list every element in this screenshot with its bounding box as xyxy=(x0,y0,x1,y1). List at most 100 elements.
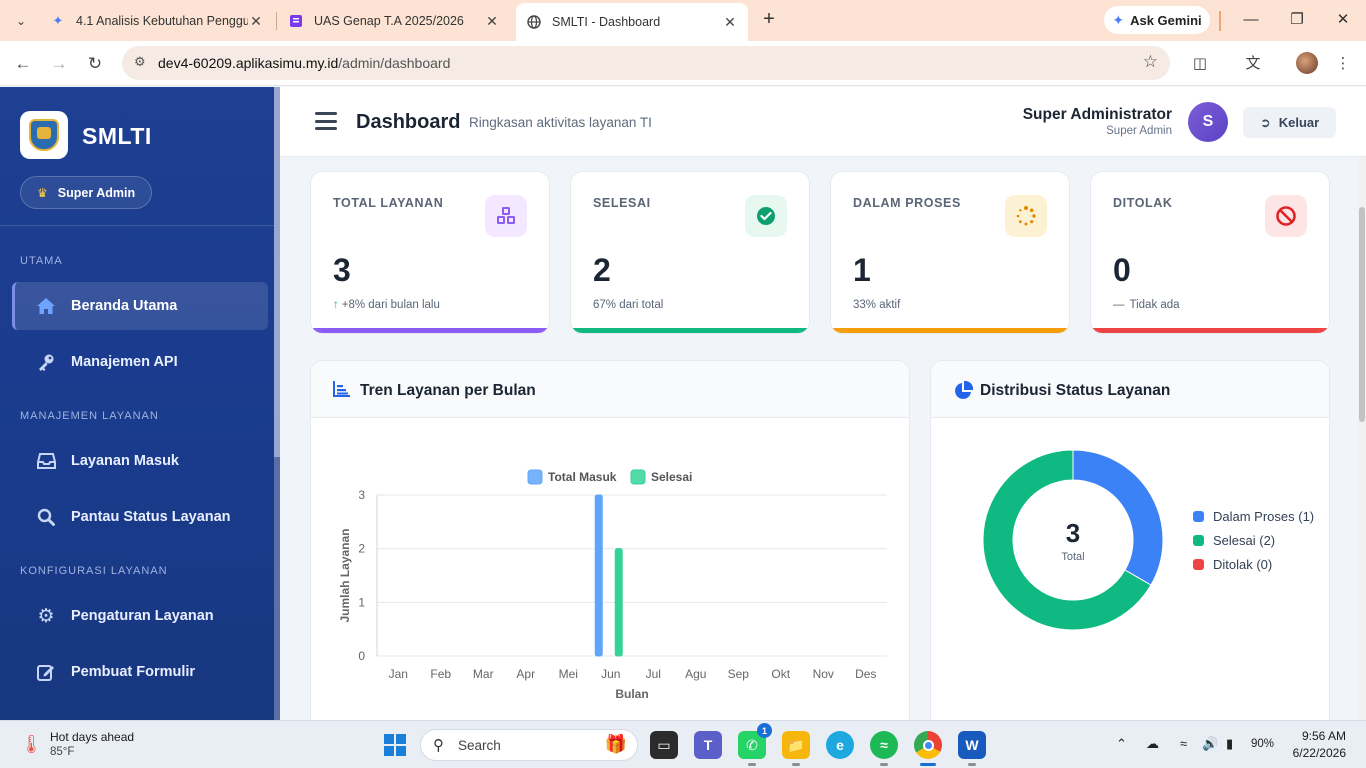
key-icon xyxy=(36,353,56,371)
panel-title: Tren Layanan per Bulan xyxy=(360,382,536,399)
bookmark-star-icon[interactable]: ☆ xyxy=(1143,52,1158,72)
teams-icon[interactable]: T xyxy=(694,731,722,759)
sidebar-item-beranda-utama[interactable]: Beranda Utama xyxy=(12,282,268,330)
sidebar-item-manajemen-api[interactable]: Manajemen API xyxy=(12,338,268,386)
restore-icon[interactable]: ❐ xyxy=(1283,8,1311,32)
extensions-icon[interactable]: ◫ xyxy=(1188,52,1212,76)
hamburger-menu-icon[interactable] xyxy=(315,112,337,130)
x-tick-label: Agu xyxy=(685,667,706,681)
chrome-icon[interactable] xyxy=(914,731,942,766)
tab-title: 4.1 Analisis Kebutuhan Penggun xyxy=(76,14,248,28)
sidebar-divider xyxy=(0,225,274,226)
edge-icon[interactable]: e xyxy=(826,731,854,759)
stat-accent-bar xyxy=(1091,328,1329,333)
stat-accent-bar xyxy=(571,328,809,333)
logout-label: Keluar xyxy=(1278,115,1320,130)
close-icon[interactable]: ✕ xyxy=(248,13,264,30)
browser-toolbar: ← → ↻ ⚙ dev4-60209.aplikasimu.my.id/admi… xyxy=(0,41,1366,86)
inbox-icon xyxy=(36,453,56,469)
weather-title[interactable]: Hot days ahead xyxy=(50,730,134,744)
gemini-icon: ✦ xyxy=(1112,11,1125,28)
word-icon[interactable]: W xyxy=(958,731,986,766)
legend-label: Dalam Proses (1) xyxy=(1213,509,1315,524)
gear-icon: ⚙ xyxy=(37,605,55,627)
app-logo[interactable] xyxy=(20,111,68,159)
forward-arrow-icon[interactable]: → xyxy=(46,51,72,77)
volume-icon[interactable]: 🔊 xyxy=(1202,736,1218,752)
legend-item[interactable]: Ditolak (0) xyxy=(1193,557,1272,572)
main-scrollbar[interactable] xyxy=(1358,157,1366,720)
sidebar-item-pantau-status[interactable]: Pantau Status Layanan xyxy=(12,493,268,541)
new-tab-button[interactable]: + xyxy=(758,8,780,32)
battery-icon[interactable]: ▮ xyxy=(1226,736,1233,752)
translate-icon[interactable]: 文 xyxy=(1241,52,1265,76)
search-placeholder: Search xyxy=(458,738,501,753)
arrow-up-icon: ↑ xyxy=(333,299,339,311)
donut-center-label: Total xyxy=(1061,551,1085,563)
search-highlight-icon: 🎁 xyxy=(604,734,627,754)
legend-item[interactable]: Selesai (2) xyxy=(1193,533,1275,548)
browser-tab[interactable]: ✦ 4.1 Analisis Kebutuhan Penggun ✕ xyxy=(40,4,274,38)
clock-time[interactable]: 9:56 AM xyxy=(1302,729,1346,743)
x-tick-label: Jan xyxy=(389,667,408,681)
wifi-icon[interactable]: ≈ xyxy=(1180,736,1187,751)
clock-date[interactable]: 6/22/2026 xyxy=(1293,746,1346,760)
legend-item[interactable]: Dalam Proses (1) xyxy=(1193,509,1314,524)
sidebar: SMLTI ♛ Super Admin UTAMA Beranda Utama … xyxy=(0,87,280,720)
task-view-icon[interactable]: ▭ xyxy=(650,731,678,759)
minimize-icon[interactable]: — xyxy=(1237,8,1265,32)
back-arrow-icon[interactable]: ← xyxy=(10,51,36,77)
home-icon xyxy=(36,297,56,315)
stat-note-prefix: — xyxy=(1113,299,1125,311)
y-tick-label: 2 xyxy=(358,542,365,556)
stat-card-dalam-proses: DALAM PROSES 1 33% aktif xyxy=(830,171,1070,334)
close-icon[interactable]: ✕ xyxy=(484,13,500,30)
sidebar-item-pembuat-formulir[interactable]: Pembuat Formulir xyxy=(12,648,268,696)
thermometer-icon[interactable]: 🌡 xyxy=(20,734,43,755)
avatar[interactable]: S xyxy=(1188,102,1228,142)
stat-note: 33% aktif xyxy=(853,299,900,311)
legend-label: Total Masuk xyxy=(548,470,617,484)
more-menu-icon[interactable]: ⋮ xyxy=(1331,52,1355,76)
cloud-sync-icon[interactable]: ☁ xyxy=(1146,736,1159,752)
chevron-up-icon[interactable]: ⌃ xyxy=(1116,736,1127,752)
file-explorer-icon[interactable]: 📁 xyxy=(782,731,810,766)
page-title: Dashboard xyxy=(356,111,461,133)
browser-tab[interactable]: UAS Genap T.A 2025/2026 ✕ xyxy=(278,4,510,38)
sidebar-item-layanan-masuk[interactable]: Layanan Masuk xyxy=(12,437,268,485)
search-icon: ⚲ xyxy=(433,737,444,754)
sidebar-item-pengaturan-layanan[interactable]: ⚙ Pengaturan Layanan xyxy=(12,592,268,640)
profile-avatar[interactable] xyxy=(1296,52,1318,74)
stat-note: ↑ +8% dari bulan lalu xyxy=(333,299,440,311)
window-close-icon[interactable]: ✕ xyxy=(1329,8,1357,32)
stat-label: DITOLAK xyxy=(1113,196,1173,210)
stat-label: SELESAI xyxy=(593,196,651,210)
site-settings-icon[interactable]: ⚙ xyxy=(134,54,146,70)
browser-tab-bar: ⌄ ✦ 4.1 Analisis Kebutuhan Penggun ✕ UAS… xyxy=(0,0,1366,41)
reload-icon[interactable]: ↻ xyxy=(82,51,108,77)
battery-percent: 90% xyxy=(1251,738,1275,750)
sidebar-scrollbar[interactable] xyxy=(274,87,280,720)
sidebar-item-label: Beranda Utama xyxy=(71,298,178,314)
ask-gemini-label: Ask Gemini xyxy=(1130,12,1202,28)
taskbar-search[interactable]: ⚲ Search 🎁 xyxy=(420,729,638,761)
scrollbar-thumb[interactable] xyxy=(1359,207,1365,422)
windows-taskbar: 🌡 Hot days ahead 85°F ⚲ Search 🎁 ▭ T ✆ 1 … xyxy=(0,720,1366,768)
tab-search-chevron-icon[interactable]: ⌄ xyxy=(8,8,34,34)
donut-slice xyxy=(1072,449,1164,586)
ask-gemini-button[interactable]: ✦ Ask Gemini xyxy=(1104,6,1210,34)
windows-start-icon[interactable] xyxy=(384,734,406,756)
address-bar[interactable]: ⚙ dev4-60209.aplikasimu.my.id/admin/dash… xyxy=(122,46,1170,80)
x-axis-title: Bulan xyxy=(615,687,648,701)
url-text[interactable]: dev4-60209.aplikasimu.my.id/admin/dashbo… xyxy=(158,55,450,71)
close-icon[interactable]: ✕ xyxy=(722,14,738,31)
sidebar-section-title: MANAJEMEN LAYANAN xyxy=(20,410,159,422)
cubes-icon xyxy=(485,195,527,237)
y-tick-label: 1 xyxy=(358,595,365,609)
url-host: dev4-60209.aplikasimu.my.id xyxy=(158,55,339,71)
logout-button[interactable]: ➲ Keluar xyxy=(1243,107,1336,138)
browser-tab-active[interactable]: SMLTI - Dashboard ✕ xyxy=(516,3,748,41)
whatsapp-icon[interactable]: ✆ 1 xyxy=(738,723,772,766)
x-tick-label: Mei xyxy=(559,667,578,681)
spotify-icon[interactable]: ≈ xyxy=(870,731,898,766)
